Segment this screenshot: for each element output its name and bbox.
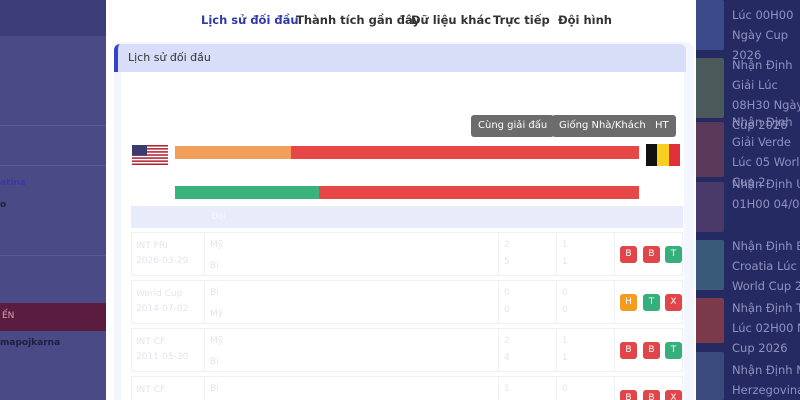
match-detail-modal: Lịch sử đối đầu Thành tích gần đây Dữ li…: [106, 0, 696, 400]
halftime-team2: 1: [562, 353, 568, 363]
score-team1: 1: [504, 384, 510, 394]
match-row[interactable]: INT CF 2011-05-07 Bỉ Mỹ 1 0 0 0 B B X: [131, 376, 683, 400]
news-item[interactable]: Nhận Định M Herzegovina: [732, 360, 800, 400]
matches-table-header: Đội: [131, 206, 683, 228]
head-to-head-section: Lịch sử đối đầu Cùng giải đấu Giống Nhà/…: [114, 42, 694, 400]
news-item[interactable]: Nhận Định Ú 01H00 04/02: [732, 174, 800, 214]
result-badge: X: [665, 390, 682, 400]
results-comparison-bar: [175, 186, 639, 199]
match-date: 2011-05-30: [136, 352, 189, 362]
usa-flag-icon: [132, 145, 168, 165]
left-sidebar-item[interactable]: atina: [0, 178, 26, 188]
cell: [205, 281, 499, 323]
tab-lineup[interactable]: Đội hình: [558, 4, 612, 36]
news-item[interactable]: Nhận Định T Lúc 02H00 N Cup 2026: [732, 298, 800, 358]
result-badge: B: [620, 390, 637, 400]
left-sidebar-header: [0, 0, 106, 36]
result-badge: H: [620, 294, 637, 311]
score-team1: 0: [504, 288, 510, 298]
match-team1: Bỉ: [210, 384, 219, 394]
divider: [0, 255, 106, 256]
same-league-filter-button[interactable]: Cùng giải đấu: [471, 115, 555, 137]
result-badge: T: [665, 342, 682, 359]
halftime-team1: 1: [562, 336, 568, 346]
match-league: INT CF: [136, 385, 166, 395]
tab-recent-form[interactable]: Thành tích gần đây: [296, 4, 420, 36]
match-date: 2014-07-02: [136, 304, 189, 314]
away-segment: [319, 186, 639, 199]
match-team1: Mỹ: [210, 336, 224, 346]
goals-comparison-bar: [175, 146, 639, 159]
tab-live[interactable]: Trực tiếp: [493, 4, 550, 36]
score-team2: 5: [504, 257, 510, 267]
news-column-background: Lúc 00H00 Ngày Cup 2026 Nhận Định Giải L…: [694, 0, 800, 400]
result-badge: B: [620, 246, 637, 263]
match-league: World Cup: [136, 289, 183, 299]
head-to-head-content: Cùng giải đấu Giống Nhà/Khách HT Đội INT…: [121, 72, 684, 400]
tab-bar: Lịch sử đối đầu Thành tích gần đây Dữ li…: [106, 4, 696, 36]
match-row[interactable]: World Cup 2014-07-02 Bỉ Mỹ 0 0 0 0 H T X: [131, 280, 683, 324]
divider: [0, 165, 106, 166]
result-badge: B: [620, 342, 637, 359]
left-sidebar-section: ẾN: [0, 303, 106, 331]
tab-other-data[interactable]: Dữ liệu khác: [411, 4, 491, 36]
cell: [205, 329, 499, 371]
cell: [132, 281, 205, 323]
news-thumbnail[interactable]: [694, 298, 724, 343]
score-team2: 4: [504, 353, 510, 363]
news-thumbnail[interactable]: [694, 0, 724, 50]
cell: [132, 329, 205, 371]
cell: [205, 377, 499, 400]
match-league: INT CF: [136, 337, 166, 347]
halftime-team1: 0: [562, 288, 568, 298]
result-badge: T: [665, 246, 682, 263]
result-badge: B: [643, 342, 660, 359]
match-team2: Bỉ: [210, 357, 219, 367]
away-segment: [291, 146, 639, 159]
header-team: Đội: [211, 212, 226, 222]
match-league: INT FRI: [136, 241, 168, 251]
tab-head-to-head[interactable]: Lịch sử đối đầu: [201, 4, 299, 36]
belgium-flag-icon: [646, 144, 680, 166]
left-sidebar-section-label: ẾN: [2, 311, 15, 321]
left-sidebar-item[interactable]: o: [0, 200, 6, 210]
score-team1: 2: [504, 336, 510, 346]
match-row[interactable]: INT CF 2011-05-30 Mỹ Bỉ 2 4 1 1 B B T: [131, 328, 683, 372]
news-thumbnail[interactable]: [694, 58, 724, 118]
cell: [132, 233, 205, 275]
half-time-filter-button[interactable]: HT: [648, 115, 676, 137]
score-team2: 0: [504, 305, 510, 315]
match-row[interactable]: INT FRI 2026-03-29 Mỹ Bỉ 2 5 1 1 B B T: [131, 232, 683, 276]
home-segment: [175, 146, 291, 159]
news-thumbnail[interactable]: [694, 352, 724, 400]
match-team1: Bỉ: [210, 288, 219, 298]
left-sidebar-item[interactable]: mapojkarna: [0, 338, 60, 348]
news-thumbnail[interactable]: [694, 182, 724, 232]
halftime-team2: 0: [562, 305, 568, 315]
news-thumbnail[interactable]: [694, 240, 724, 290]
match-team2: Bỉ: [210, 261, 219, 271]
halftime-team1: 1: [562, 240, 568, 250]
halftime-team2: 1: [562, 257, 568, 267]
news-thumbnail[interactable]: [694, 122, 724, 177]
news-item[interactable]: Nhận Định B Croatia Lúc 2 World Cup 2: [732, 236, 800, 296]
section-header: Lịch sử đối đầu: [114, 44, 686, 72]
halftime-team1: 0: [562, 384, 568, 394]
section-title: Lịch sử đối đầu: [128, 51, 211, 64]
left-sidebar-background: atina o ẾN mapojkarna: [0, 0, 106, 400]
match-team1: Mỹ: [210, 240, 224, 250]
match-date: 2026-03-29: [136, 256, 189, 266]
divider: [0, 125, 106, 126]
result-badge: B: [643, 390, 660, 400]
score-team1: 2: [504, 240, 510, 250]
result-badge: T: [643, 294, 660, 311]
result-badge: X: [665, 294, 682, 311]
cell: [205, 233, 499, 275]
result-badge: B: [643, 246, 660, 263]
same-venue-filter-button[interactable]: Giống Nhà/Khách: [552, 115, 653, 137]
home-segment: [175, 186, 319, 199]
match-team2: Mỹ: [210, 309, 224, 319]
